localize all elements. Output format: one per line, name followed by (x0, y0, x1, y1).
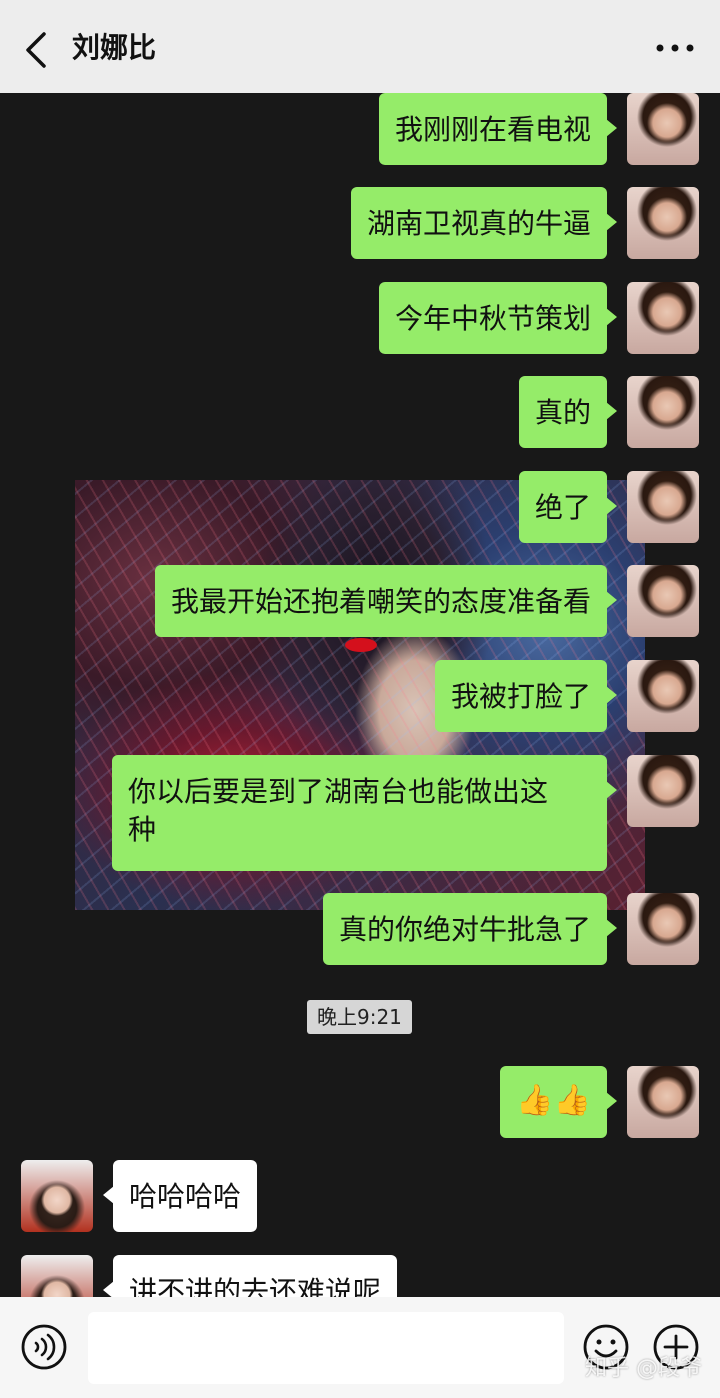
message-bubble[interactable]: 👍👍 (500, 1066, 617, 1138)
voice-icon[interactable] (20, 1323, 68, 1371)
message-bubble[interactable]: 今年中秋节策划 (378, 282, 618, 354)
message-bubble[interactable]: 哈哈哈哈 (102, 1160, 258, 1232)
input-bar: 知乎 @段爷 (0, 1297, 720, 1398)
message-line: 种 (128, 813, 157, 846)
message-bubble[interactable]: 你以后要是到了湖南台也能做出这 种 (112, 755, 617, 871)
back-arrow-icon[interactable] (20, 30, 54, 70)
my-avatar[interactable] (627, 1066, 699, 1138)
message-timestamp: 晚上9:21 (307, 1000, 412, 1034)
watermark-text: 知乎 @段爷 (585, 1356, 702, 1381)
chat-title: 刘娜比 (72, 31, 157, 64)
message-bubble[interactable]: 真的你绝对牛批急了 (322, 893, 618, 965)
peer-avatar[interactable] (21, 1255, 93, 1297)
chat-area[interactable]: 我刚刚在看电视 湖南卫视真的牛逼 今年中秋节策划 真的 绝了 我最开始还抱着嘲笑… (0, 93, 720, 1297)
my-avatar[interactable] (627, 282, 699, 354)
peer-avatar[interactable] (21, 1160, 93, 1232)
my-avatar[interactable] (627, 376, 699, 448)
my-avatar[interactable] (627, 660, 699, 732)
message-bubble[interactable]: 讲不讲的去还难说呢 (102, 1255, 398, 1297)
message-bubble[interactable]: 我被打脸了 (434, 660, 618, 732)
message-bubble[interactable]: 我刚刚在看电视 (378, 93, 618, 165)
more-dots-icon[interactable] (654, 38, 696, 58)
my-avatar[interactable] (627, 755, 699, 827)
message-bubble[interactable]: 真的 (518, 376, 618, 448)
my-avatar[interactable] (627, 93, 699, 165)
chat-header: 刘娜比 (0, 0, 720, 93)
message-line: 你以后要是到了湖南台也能做出这 (128, 775, 549, 808)
my-avatar[interactable] (627, 471, 699, 543)
thumbs-up-emoji: 👍👍 (516, 1083, 591, 1118)
message-input[interactable] (88, 1312, 564, 1384)
my-avatar[interactable] (627, 565, 699, 637)
message-bubble[interactable]: 湖南卫视真的牛逼 (350, 187, 618, 259)
my-avatar[interactable] (627, 187, 699, 259)
message-bubble[interactable]: 绝了 (518, 471, 618, 543)
message-bubble[interactable]: 我最开始还抱着嘲笑的态度准备看 (154, 565, 618, 637)
my-avatar[interactable] (627, 893, 699, 965)
